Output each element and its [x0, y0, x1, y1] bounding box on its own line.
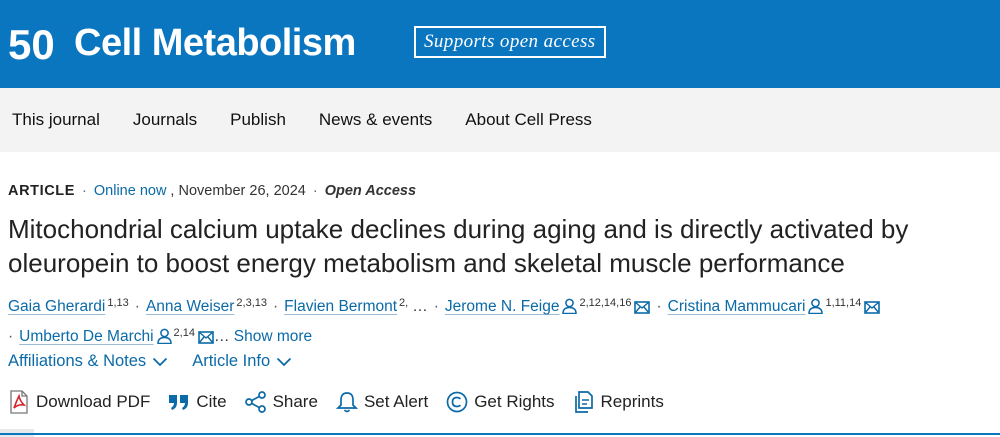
get-rights-label: Get Rights: [474, 392, 555, 411]
chevron-down-icon: [153, 357, 168, 366]
reprints-label: Reprints: [600, 392, 664, 411]
separator: ·: [8, 328, 14, 345]
main-nav: This journal Journals Publish News & eve…: [0, 88, 1000, 152]
download-pdf-label: Download PDF: [36, 392, 151, 411]
cite-button[interactable]: Cite: [168, 392, 227, 412]
journal-name: Cell Metabolism: [74, 21, 356, 64]
person-icon[interactable]: [156, 328, 172, 344]
author-link[interactable]: Cristina Mammucari: [668, 298, 806, 315]
separator: ·: [134, 298, 140, 315]
nav-journals[interactable]: Journals: [133, 110, 197, 130]
affiliation-marker: 1,13: [107, 297, 129, 309]
publication-date: , November 26, 2024: [170, 183, 306, 199]
quote-icon: [169, 395, 189, 410]
svg-text:50: 50: [8, 21, 55, 65]
copyright-icon: [446, 391, 468, 413]
share-button[interactable]: Share: [244, 391, 318, 413]
trailing-ellipsis: …: [213, 328, 230, 345]
set-alert-label: Set Alert: [363, 392, 429, 411]
article-type: ARTICLE: [8, 183, 76, 199]
journal-header: 50 Cell Metabolism Supports open access: [0, 0, 1000, 88]
author-link[interactable]: Flavien Bermont: [284, 298, 397, 315]
author-link[interactable]: Jerome N. Feige: [445, 298, 560, 315]
author-link[interactable]: Anna Weiser: [146, 298, 234, 315]
download-pdf-button[interactable]: Download PDF: [8, 390, 150, 414]
article-info-row: Affiliations & Notes Article Info: [8, 352, 316, 371]
affiliations-notes-label: Affiliations & Notes: [8, 352, 147, 370]
article-info-label: Article Info: [192, 352, 271, 370]
journal-logo-link[interactable]: 50 Cell Metabolism: [8, 17, 356, 69]
affiliation-marker: 1,11,14: [825, 297, 862, 309]
set-alert-button[interactable]: Set Alert: [335, 391, 429, 413]
online-now-link[interactable]: Online now: [94, 183, 167, 199]
affiliation-marker: 2,3,13: [236, 297, 267, 309]
affiliation-marker: 2,12,14,16: [579, 297, 632, 309]
get-rights-button[interactable]: Get Rights: [446, 391, 555, 413]
anniversary-logo-icon: 50: [8, 21, 55, 65]
affiliation-marker: 2,: [399, 297, 409, 309]
mail-icon[interactable]: [634, 301, 651, 314]
authors-ellipsis: …: [412, 298, 428, 315]
author-link[interactable]: Gaia Gherardi: [8, 298, 105, 315]
nav-about-cell-press[interactable]: About Cell Press: [465, 110, 592, 130]
separator: ·: [273, 298, 279, 315]
author-list: Gaia Gherardi 1,13 · Anna Weiser 2,3,13 · Flav…: [8, 290, 998, 350]
article-meta: ARTICLE · Online now , November 26, 2024…: [8, 183, 416, 199]
access-status: Open Access: [324, 183, 417, 199]
reprints-icon: [574, 391, 593, 413]
bell-icon: [335, 392, 358, 413]
author-link[interactable]: Umberto De Marchi: [19, 328, 153, 345]
separator: ·: [656, 298, 662, 315]
person-icon[interactable]: [562, 298, 578, 314]
article-info-toggle[interactable]: Article Info: [192, 352, 292, 371]
chevron-down-icon: [277, 357, 292, 366]
divider: [0, 433, 1000, 435]
separator: ·: [82, 183, 87, 199]
share-label: Share: [272, 392, 318, 411]
show-more-authors-button[interactable]: Show more: [234, 328, 312, 345]
reprints-button[interactable]: Reprints: [573, 390, 664, 414]
separator: ·: [312, 183, 318, 199]
separator: ·: [433, 298, 439, 315]
person-icon[interactable]: [808, 298, 824, 314]
affiliations-notes-toggle[interactable]: Affiliations & Notes: [8, 352, 168, 371]
nav-publish[interactable]: Publish: [230, 110, 286, 130]
mail-icon[interactable]: [864, 301, 881, 314]
affiliation-marker: 2,14: [173, 327, 195, 339]
share-icon: [244, 391, 266, 413]
article-actions: Download PDF Cite Share Set Alert Get Ri…: [8, 390, 682, 414]
open-access-badge[interactable]: Supports open access: [414, 26, 606, 58]
nav-this-journal[interactable]: This journal: [12, 110, 100, 130]
article-title: Mitochondrial calcium uptake declines du…: [8, 214, 909, 278]
pdf-icon: [10, 390, 28, 414]
nav-news-events[interactable]: News & events: [319, 110, 432, 130]
cite-label: Cite: [196, 392, 227, 411]
mail-icon[interactable]: [198, 331, 214, 344]
